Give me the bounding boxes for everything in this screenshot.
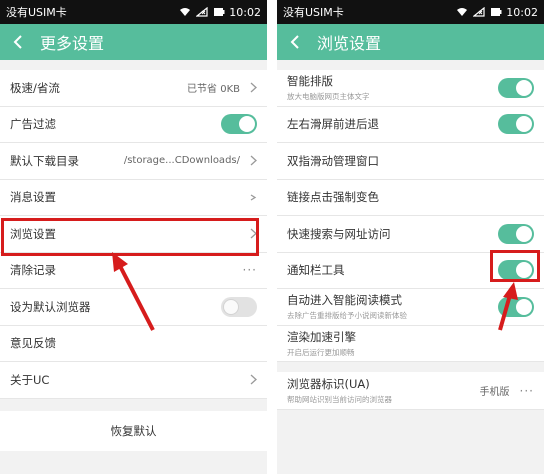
row-message-settings[interactable]: 消息设置 [0, 180, 267, 216]
carrier-text: 没有USIM卡 [6, 6, 67, 19]
row-label: 清除记录 [10, 263, 56, 278]
row-smart-reading: 自动进入智能阅读模式 去除广告重排版给予小说阅读新体验 [277, 289, 544, 326]
back-arrow-icon[interactable] [287, 33, 305, 51]
row-description: 去除广告重排版给予小说阅读新体验 [287, 311, 407, 321]
more-dots-icon: ··· [519, 383, 534, 398]
status-bar: 没有USIM卡 10:02 [277, 0, 544, 24]
row-swipe-navigation: 左右滑屏前进后退 [277, 107, 544, 143]
row-label: 关于UC [10, 372, 50, 387]
browse-settings-screen: 没有USIM卡 10:02 浏览设置 智能排版 放大电脑版网页主体文字 左右滑屏… [277, 0, 544, 474]
row-label: 自动进入智能阅读模式 [287, 293, 402, 308]
row-notification-tool: 通知栏工具 [277, 253, 544, 289]
row-description: 放大电脑版网页主体文字 [287, 92, 370, 102]
back-arrow-icon[interactable] [10, 33, 28, 51]
row-label: 快速搜索与网址访问 [287, 226, 391, 241]
chevron-right-icon [250, 194, 257, 201]
row-value: 已节省 0KB [187, 84, 240, 96]
row-value: 手机版 [479, 387, 510, 398]
settings-list: 极速/省流 已节省 0KB 广告过滤 默认下载目录 /storage...CDo… [0, 70, 267, 399]
chevron-right-icon [250, 82, 257, 93]
row-description: 开启后运行更加顺畅 [287, 347, 355, 357]
row-description: 帮助网站识别当前访问的浏览器 [287, 395, 392, 404]
row-user-agent[interactable]: 浏览器标识(UA) 帮助网站识别当前访问的浏览器 手机版 ··· [277, 372, 544, 410]
more-dots-icon: ··· [242, 263, 257, 278]
wifi-icon [180, 8, 191, 16]
row-quick-search: 快速搜索与网址访问 [277, 216, 544, 253]
swipe-navigation-toggle[interactable] [498, 114, 534, 135]
status-bar: 没有USIM卡 10:02 [0, 0, 267, 24]
status-time: 10:02 [229, 5, 261, 19]
row-label: 渲染加速引擎 [287, 329, 356, 344]
row-render-engine: 渲染加速引擎 开启后运行更加顺畅 [277, 326, 544, 362]
restore-label: 恢复默认 [110, 423, 157, 438]
row-label: 极速/省流 [10, 80, 60, 95]
row-label: 广告过滤 [10, 117, 56, 132]
quick-search-toggle[interactable] [498, 223, 534, 244]
row-label: 浏览器标识(UA) [287, 377, 370, 391]
default-browser-toggle[interactable] [221, 296, 257, 317]
row-label: 默认下载目录 [10, 153, 79, 168]
row-label: 通知栏工具 [287, 263, 345, 278]
row-label: 浏览设置 [10, 226, 56, 241]
more-settings-screen: 没有USIM卡 10:02 更多设置 极速/省流 已节省 0KB 广告过滤 默认… [0, 0, 267, 474]
battery-icon [214, 8, 225, 16]
row-label: 设为默认浏览器 [10, 299, 91, 314]
row-label: 智能排版 [287, 74, 333, 89]
carrier-text: 没有USIM卡 [283, 6, 344, 19]
smart-layout-toggle[interactable] [498, 77, 534, 98]
row-browse-settings[interactable]: 浏览设置 [0, 216, 267, 253]
row-label: 意见反馈 [10, 336, 56, 351]
app-bar: 更多设置 [0, 24, 267, 60]
row-label: 消息设置 [10, 190, 56, 205]
row-default-browser: 设为默认浏览器 [0, 289, 267, 326]
wifi-icon [457, 8, 468, 16]
notification-tool-toggle[interactable] [498, 260, 534, 281]
row-feedback[interactable]: 意见反馈 [0, 326, 267, 362]
smart-reading-toggle[interactable] [498, 296, 534, 317]
row-about-uc[interactable]: 关于UC [0, 362, 267, 399]
row-download-dir[interactable]: 默认下载目录 /storage...CDownloads/ [0, 143, 267, 180]
ua-settings-list: 浏览器标识(UA) 帮助网站识别当前访问的浏览器 手机版 ··· [277, 372, 544, 410]
row-value: /storage...CDownloads/ [123, 155, 240, 167]
row-clear-history[interactable]: 清除记录 ··· [0, 253, 267, 289]
row-label: 链接点击强制变色 [287, 190, 379, 205]
signal-off-icon [196, 7, 208, 17]
restore-defaults-button[interactable]: 恢复默认 [0, 410, 267, 451]
row-speed-mode[interactable]: 极速/省流 已节省 0KB [0, 70, 267, 107]
row-ad-filter: 广告过滤 [0, 107, 267, 143]
status-time: 10:02 [506, 5, 538, 19]
row-two-finger-windows: 双指滑动管理窗口 [277, 143, 544, 180]
page-title: 浏览设置 [317, 34, 382, 53]
ad-filter-toggle[interactable] [221, 114, 257, 135]
signal-off-icon [473, 7, 485, 17]
row-smart-layout: 智能排版 放大电脑版网页主体文字 [277, 70, 544, 107]
battery-icon [491, 8, 502, 16]
chevron-right-icon [250, 228, 257, 239]
row-link-color: 链接点击强制变色 [277, 180, 544, 216]
chevron-right-icon [250, 155, 257, 166]
browse-settings-list: 智能排版 放大电脑版网页主体文字 左右滑屏前进后退 双指滑动管理窗口 链接点击强… [277, 70, 544, 362]
chevron-right-icon [250, 374, 257, 385]
app-bar: 浏览设置 [277, 24, 544, 60]
row-label: 左右滑屏前进后退 [287, 117, 379, 132]
page-title: 更多设置 [40, 34, 105, 53]
row-label: 双指滑动管理窗口 [287, 153, 379, 168]
